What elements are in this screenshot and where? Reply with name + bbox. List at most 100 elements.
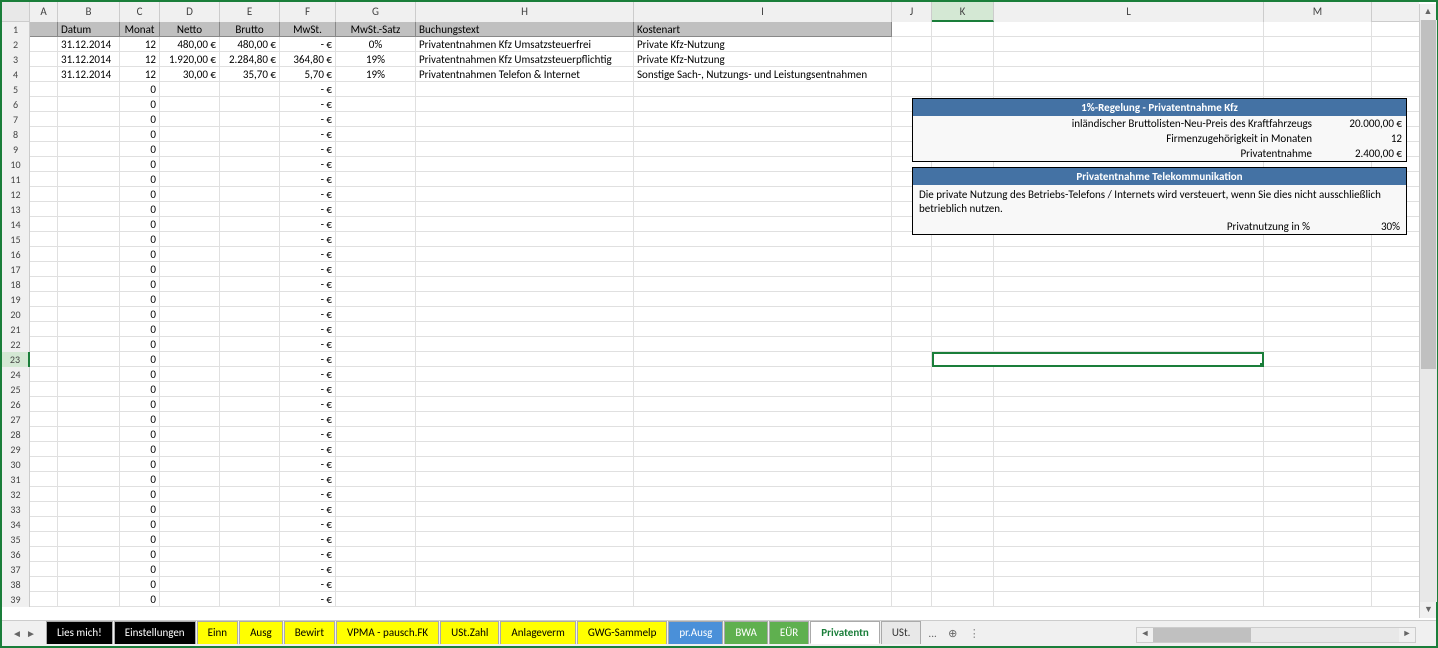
col-header-H[interactable]: H [416, 2, 634, 22]
cell[interactable] [932, 457, 994, 472]
cell[interactable]: 31.12.2014 [58, 52, 120, 67]
cell[interactable]: - € [280, 202, 336, 217]
row-header-8[interactable]: 8 [2, 127, 30, 142]
sheet-tab-bewirt[interactable]: Bewirt [284, 621, 335, 644]
cell[interactable] [30, 472, 58, 487]
cell[interactable] [160, 262, 220, 277]
sheet-tab-pr-ausg[interactable]: pr.Ausg [668, 621, 723, 644]
cell[interactable] [220, 592, 280, 607]
cell[interactable] [634, 472, 892, 487]
cell[interactable] [58, 577, 120, 592]
cell[interactable] [994, 262, 1264, 277]
cell[interactable]: 0 [120, 487, 160, 502]
cell[interactable]: Privatentnahmen Kfz Umsatzsteuerpflichti… [416, 52, 634, 67]
cell[interactable] [160, 472, 220, 487]
cell[interactable] [30, 262, 58, 277]
cell[interactable]: - € [280, 352, 336, 367]
cell[interactable] [932, 517, 994, 532]
cell[interactable] [932, 52, 994, 67]
cell[interactable] [160, 577, 220, 592]
row-header-23[interactable]: 23 [2, 352, 30, 367]
cell[interactable] [892, 382, 932, 397]
row-header-39[interactable]: 39 [2, 592, 30, 607]
cell[interactable]: 0 [120, 532, 160, 547]
cell[interactable] [994, 427, 1264, 442]
cell[interactable] [634, 277, 892, 292]
cell[interactable] [336, 562, 416, 577]
cell[interactable] [416, 487, 634, 502]
cell[interactable] [336, 517, 416, 532]
cell[interactable] [994, 67, 1264, 82]
cell[interactable] [634, 187, 892, 202]
cell[interactable] [160, 427, 220, 442]
cell[interactable] [994, 457, 1264, 472]
cell[interactable]: - € [280, 412, 336, 427]
cell[interactable] [58, 127, 120, 142]
col-header-E[interactable]: E [220, 2, 280, 22]
cell[interactable] [58, 412, 120, 427]
cell[interactable] [58, 487, 120, 502]
cell[interactable]: - € [280, 142, 336, 157]
row-header-24[interactable]: 24 [2, 367, 30, 382]
cell[interactable]: 0 [120, 142, 160, 157]
cell[interactable] [994, 502, 1264, 517]
cell[interactable] [1264, 487, 1372, 502]
cell[interactable] [336, 187, 416, 202]
cell[interactable] [892, 562, 932, 577]
cell[interactable] [30, 172, 58, 187]
selected-cell[interactable] [932, 352, 1264, 367]
cell[interactable] [30, 82, 58, 97]
cell[interactable]: 0 [120, 97, 160, 112]
cell[interactable] [634, 442, 892, 457]
cell[interactable]: MwSt.-Satz [336, 22, 416, 37]
cell[interactable] [994, 547, 1264, 562]
cell[interactable] [1264, 577, 1372, 592]
row-header-5[interactable]: 5 [2, 82, 30, 97]
cell[interactable] [160, 112, 220, 127]
scroll-down-icon[interactable]: ▼ [1420, 602, 1437, 618]
cell[interactable] [892, 292, 932, 307]
cell[interactable] [1264, 502, 1372, 517]
cell[interactable] [336, 292, 416, 307]
cell[interactable] [336, 592, 416, 607]
cell[interactable]: - € [280, 157, 336, 172]
cell[interactable] [30, 292, 58, 307]
cell[interactable]: Private Kfz-Nutzung [634, 52, 892, 67]
cell[interactable] [30, 127, 58, 142]
cell[interactable] [30, 22, 58, 37]
vscroll-thumb[interactable] [1421, 20, 1436, 369]
cell[interactable] [892, 442, 932, 457]
cell[interactable] [416, 187, 634, 202]
cell[interactable]: Buchungstext [416, 22, 634, 37]
cell[interactable]: 0 [120, 367, 160, 382]
cell[interactable] [994, 337, 1264, 352]
select-all-corner[interactable] [2, 2, 30, 22]
cell[interactable] [994, 397, 1264, 412]
cell[interactable] [30, 577, 58, 592]
cell[interactable] [160, 337, 220, 352]
cell[interactable] [932, 22, 994, 37]
cell[interactable] [634, 292, 892, 307]
cell[interactable]: Sonstige Sach-, Nutzungs- und Leistungse… [634, 67, 892, 82]
cell[interactable]: - € [280, 487, 336, 502]
cell[interactable] [58, 82, 120, 97]
cell[interactable] [634, 337, 892, 352]
cell[interactable]: Kostenart [634, 22, 892, 37]
cell[interactable] [932, 532, 994, 547]
cell[interactable] [892, 397, 932, 412]
cell[interactable] [220, 337, 280, 352]
cell[interactable] [994, 472, 1264, 487]
cell[interactable]: 0 [120, 307, 160, 322]
cell[interactable] [160, 277, 220, 292]
cell[interactable]: Privatentnahmen Telefon & Internet [416, 67, 634, 82]
cell[interactable] [30, 562, 58, 577]
row-header-19[interactable]: 19 [2, 292, 30, 307]
cell[interactable] [416, 532, 634, 547]
cell[interactable] [30, 202, 58, 217]
cell[interactable] [220, 532, 280, 547]
cell[interactable] [58, 457, 120, 472]
row-header-16[interactable]: 16 [2, 247, 30, 262]
cell[interactable] [416, 307, 634, 322]
sheet-tab-vpma-pausch-fk[interactable]: VPMA - pausch.FK [336, 621, 439, 644]
cell[interactable] [1264, 562, 1372, 577]
